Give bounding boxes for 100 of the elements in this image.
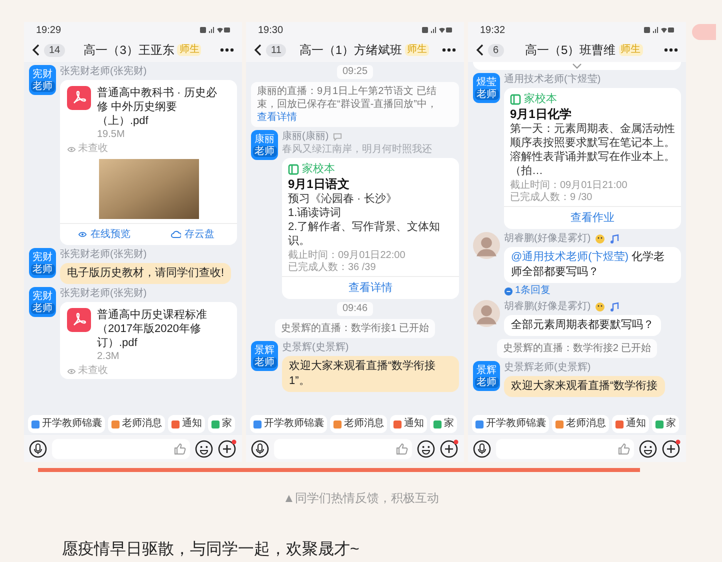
- thumbs-up-icon[interactable]: [174, 442, 186, 454]
- eye-icon: [67, 366, 76, 376]
- system-notice: 史景辉的直播：数学衔接2 已开始: [496, 339, 658, 358]
- quick-action-button[interactable]: 家: [208, 415, 235, 433]
- message-bubble: 欢迎大家来观看直播“数学衔接: [504, 376, 665, 397]
- avatar-name: 宪财: [32, 290, 52, 302]
- microphone-icon[interactable]: [473, 440, 491, 458]
- quick-action-button[interactable]: 老师消息: [108, 415, 165, 433]
- cloud-icon: [171, 230, 182, 239]
- time-stamp: 09:46: [337, 302, 373, 316]
- group-tag: 师生: [177, 44, 202, 56]
- smiley-icon[interactable]: [195, 440, 213, 458]
- thumbs-up-icon[interactable]: [396, 442, 408, 454]
- time-stamp: 09:25: [337, 65, 373, 79]
- read-status: 未查收: [78, 365, 108, 377]
- plus-icon[interactable]: [662, 439, 681, 458]
- eye-icon: [78, 230, 88, 239]
- unread-count: 14: [44, 44, 66, 56]
- plus-icon[interactable]: [440, 439, 459, 458]
- status-time: 19:30: [258, 24, 284, 38]
- app-icon: [111, 420, 120, 428]
- file-action-button[interactable]: 在线预览: [60, 224, 148, 245]
- homework-card[interactable]: 家校本 9月1日语文 预习《沁园春 · 长沙》 1.诵读诗词 2.了解作者、写作背景、文体知识。 截止时间：09月01日22:00 已完成人数：36 /39 查看详情: [282, 158, 459, 299]
- homework-card[interactable]: 家校本 9月1日化学 第一天：元素周期表、金属活动性顺序表按照要求默写在笔记本上。溶解性表背诵并默写在作业本上。（拍… 截止时间：09月01日21:00 已完成人数：9 /30 查看作业: [504, 88, 681, 229]
- system-notice: 史景辉的直播：数学衔接1 已开始: [274, 319, 436, 338]
- thumbs-up-icon[interactable]: [618, 442, 630, 454]
- status-time: 19:29: [36, 24, 62, 38]
- pdf-file-icon: [67, 308, 91, 332]
- microphone-icon[interactable]: [29, 440, 47, 458]
- avatar-name: 景辉: [254, 344, 274, 356]
- image-caption: ▲同学们热情反馈，积极互动: [282, 490, 440, 506]
- chat-title: 高一（1）方绪斌班: [299, 42, 402, 59]
- smiley-icon[interactable]: [639, 440, 657, 458]
- homework-text: 1.诵读诗词: [288, 206, 342, 220]
- more-icon[interactable]: [442, 48, 456, 52]
- app-icon: [393, 420, 402, 428]
- message-input-field[interactable]: [496, 438, 634, 458]
- sender-name: 康丽(康丽): [282, 130, 329, 143]
- quick-action-button[interactable]: 家: [430, 415, 457, 433]
- deadline-text: 截止时间：09月01日22:00: [288, 250, 406, 262]
- quick-action-button[interactable]: 通知: [612, 415, 649, 433]
- quick-action-button[interactable]: 老师消息: [330, 415, 387, 433]
- chevron-down-icon[interactable]: [572, 63, 582, 69]
- avatar-silhouette-icon: [473, 300, 500, 327]
- avatar-name: 煜莹: [476, 76, 496, 88]
- app-name: 家校本: [524, 92, 557, 106]
- avatar-role: 老师: [474, 88, 498, 100]
- speech-bubble-icon: [332, 132, 342, 141]
- quick-action-button[interactable]: 老师消息: [552, 415, 609, 433]
- avatar-role: 老师: [30, 80, 54, 92]
- app-icon: [253, 420, 262, 428]
- more-icon[interactable]: [220, 48, 234, 52]
- quick-action-button[interactable]: 通知: [168, 415, 205, 433]
- avatar-role: 老师: [252, 356, 276, 368]
- quick-action-button[interactable]: 开学教师锦囊: [28, 415, 105, 433]
- message-input-field[interactable]: [52, 438, 190, 458]
- quick-action-button[interactable]: 家: [652, 415, 679, 433]
- file-action-button[interactable]: 存云盘: [148, 224, 237, 245]
- sender-name: 通用技术老师(卞煜莹): [504, 73, 601, 86]
- mention-link[interactable]: @通用技术老师(卞煜莹): [511, 251, 628, 263]
- plus-icon[interactable]: [218, 439, 237, 458]
- message-bubble: @通用技术老师(卞煜莹) 化学老师全部都要写吗？: [504, 247, 681, 283]
- microphone-icon[interactable]: [251, 440, 269, 458]
- view-details-link[interactable]: 查看作业: [562, 207, 622, 229]
- app-icon: [333, 420, 342, 428]
- smiley-icon[interactable]: [417, 440, 435, 458]
- book-icon: [288, 164, 299, 174]
- app-icon: [615, 420, 624, 428]
- group-tag: 师生: [618, 44, 643, 56]
- back-icon[interactable]: [254, 44, 262, 56]
- avatar-role: 老师: [30, 264, 54, 274]
- message-bubble: 电子版历史教材，请同学们查收!: [60, 263, 232, 284]
- details-link[interactable]: 查看详情: [257, 112, 297, 123]
- avatar-role: 老师: [474, 376, 498, 388]
- quick-action-button[interactable]: 开学教师锦囊: [472, 415, 549, 433]
- more-icon[interactable]: [664, 48, 678, 52]
- music-note-icon: [608, 234, 619, 244]
- book-icon: [510, 94, 521, 104]
- back-icon[interactable]: [32, 44, 40, 56]
- homework-title: 9月1日语文: [288, 176, 350, 192]
- message-input-field[interactable]: [274, 438, 412, 458]
- file-size: 2.3M: [97, 350, 120, 363]
- back-icon[interactable]: [476, 44, 484, 56]
- avatar-role: 老师: [252, 146, 276, 156]
- homework-text: 2.了解作者、写作背景、文体知识。: [288, 220, 442, 248]
- view-details-link[interactable]: 查看详情: [340, 277, 400, 299]
- sender-name: 张宪财老师(张宪财): [60, 248, 147, 261]
- app-icon: [655, 420, 664, 428]
- file-card[interactable]: 普通高中历史课程标准（2017年版2020年修订）.pdf 2.3M 未查收: [60, 302, 237, 379]
- quick-action-button[interactable]: 开学教师锦囊: [250, 415, 327, 433]
- completion-count: 已完成人数：9 /30: [510, 192, 594, 204]
- system-notice: 康丽的直播：9月1日上午第2节语文 已结束，回放已保存在“群设置-直播回放”中， 查看详情: [251, 82, 459, 127]
- status-icons-drawing: [644, 26, 674, 34]
- homework-text: 第一天：元素周期表、金属活动性顺序表按照要求默写在笔记本上。溶解性表背诵并默写在作业本上。（拍…: [510, 122, 675, 178]
- replies-link[interactable]: 1条回复: [515, 285, 551, 297]
- quick-action-button[interactable]: 通知: [390, 415, 427, 433]
- file-card[interactable]: 普通高中教科书 · 历史必修 中外历史纲要（上）.pdf 19.5M 未查收 在线预览 存云盘: [60, 80, 237, 245]
- sender-name: 史景辉老师(史景辉): [504, 361, 591, 374]
- music-note-icon: [608, 302, 619, 312]
- avatar-silhouette-icon: [473, 232, 500, 259]
